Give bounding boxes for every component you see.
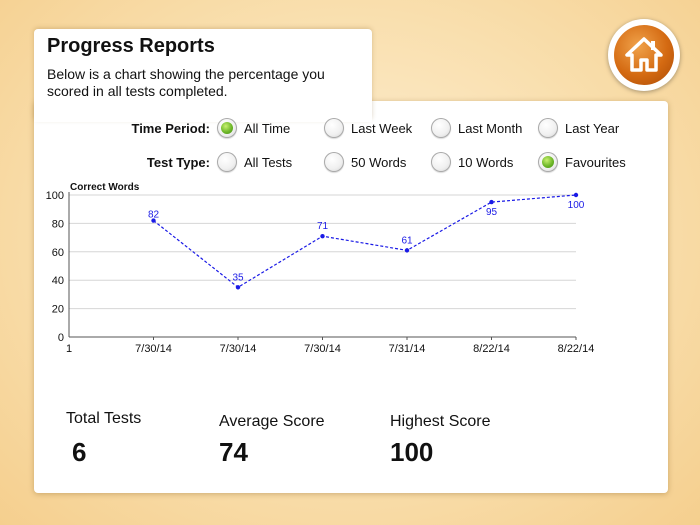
highest-score-value: 100: [390, 437, 434, 467]
radio-label: All Tests: [244, 154, 293, 170]
radio-label: Last Week: [351, 120, 413, 136]
page-title: Progress Reports: [47, 35, 215, 57]
average-score-label: Average Score: [219, 413, 325, 430]
radio-button[interactable]: [538, 118, 558, 138]
time-period-label: Time Period:: [131, 121, 210, 136]
radio-time-last-year[interactable]: Last Year: [538, 118, 619, 138]
radio-button[interactable]: [431, 118, 451, 138]
home-icon: [625, 37, 663, 72]
home-button[interactable]: [608, 19, 680, 91]
home-button-face[interactable]: [614, 25, 674, 85]
radio-button[interactable]: [431, 152, 451, 172]
radio-label: Last Month: [458, 120, 523, 136]
page-description: Below is a chart showing the percentage …: [47, 66, 325, 99]
radio-type-10-words[interactable]: 10 Words: [431, 152, 513, 172]
radio-time-all-time[interactable]: All Time: [217, 118, 290, 138]
total-tests-label: Total Tests: [66, 410, 142, 427]
radio-label: Favourites: [565, 154, 626, 170]
radio-button[interactable]: [217, 152, 237, 172]
card-joint: [34, 100, 372, 122]
radio-label: All Time: [244, 120, 291, 136]
radio-label: 50 Words: [351, 154, 407, 170]
radio-button-selected[interactable]: [217, 118, 237, 138]
radio-type-favourites[interactable]: Favourites: [538, 152, 626, 172]
average-score-value: 74: [219, 437, 248, 467]
radio-label: 10 Words: [458, 154, 514, 170]
radio-time-last-month[interactable]: Last Month: [431, 118, 522, 138]
radio-time-last-week[interactable]: Last Week: [324, 118, 412, 138]
radio-label: Last Year: [565, 120, 620, 136]
highest-score-label: Highest Score: [390, 413, 491, 430]
test-type-label: Test Type:: [146, 155, 210, 170]
total-tests-value: 6: [72, 437, 87, 467]
radio-button-selected[interactable]: [538, 152, 558, 172]
radio-button[interactable]: [324, 118, 344, 138]
radio-type-50-words[interactable]: 50 Words: [324, 152, 406, 172]
radio-button[interactable]: [324, 152, 344, 172]
radio-type-all-tests[interactable]: All Tests: [217, 152, 292, 172]
